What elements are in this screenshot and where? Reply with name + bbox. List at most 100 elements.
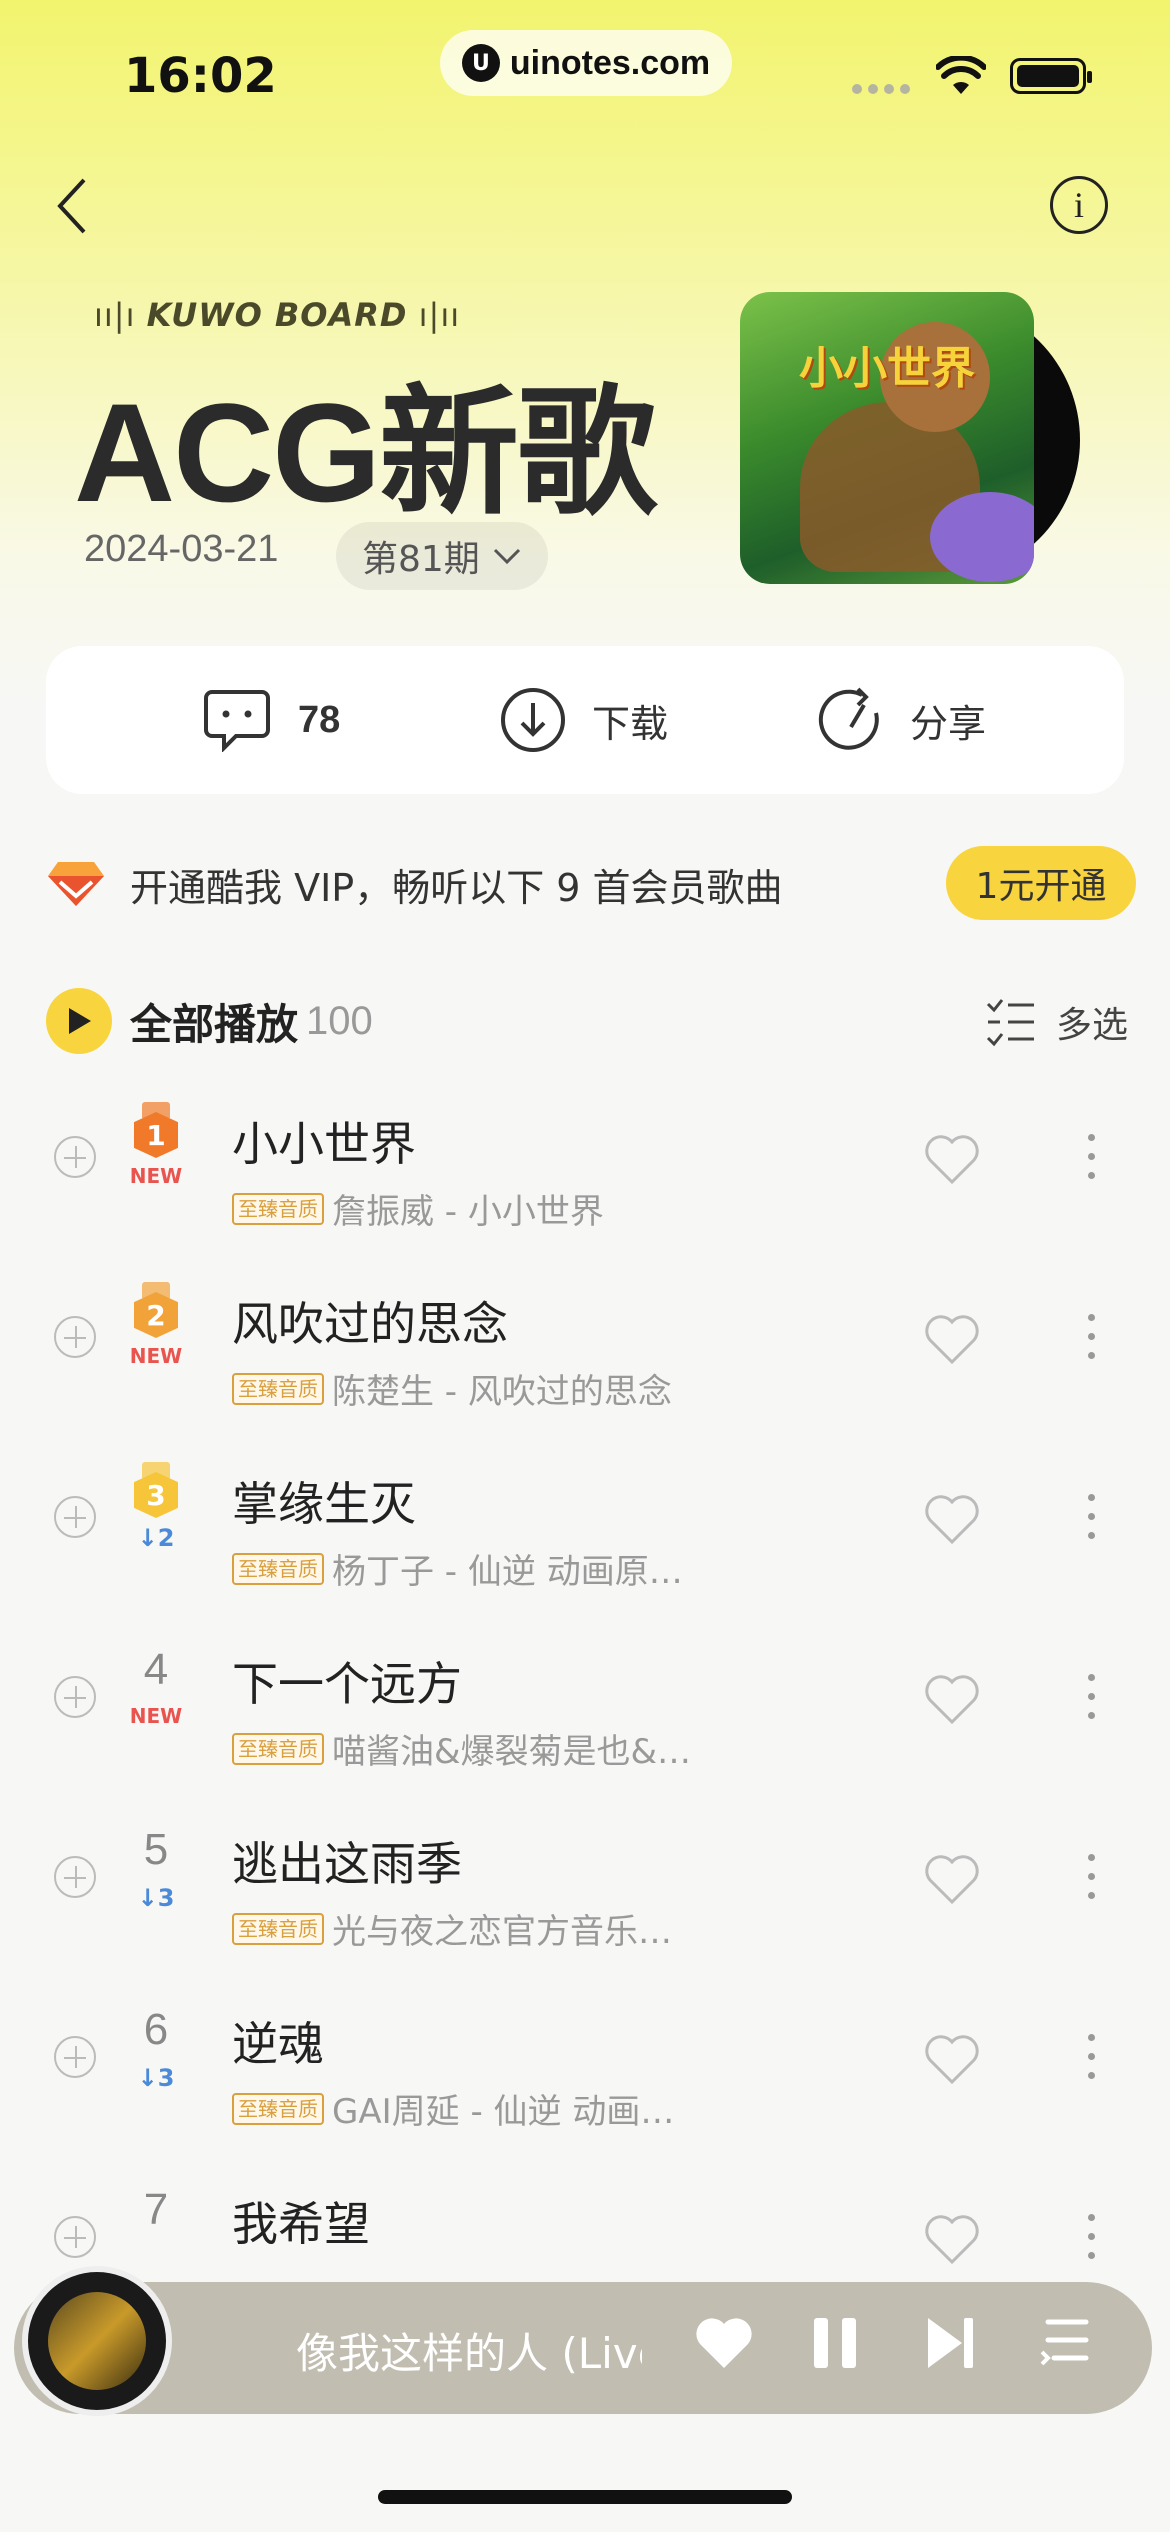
url-pill[interactable]: U uinotes.com [440, 30, 732, 96]
add-to-playlist-icon[interactable] [54, 1316, 96, 1358]
more-options-icon[interactable] [1088, 1854, 1096, 1911]
now-playing-title[interactable]: 像我这样的人 (Live [296, 2320, 642, 2381]
song-title: 逃出这雨季 [232, 1837, 462, 1891]
song-title: 风吹过的思念 [232, 1297, 508, 1351]
uinotes-logo-icon: U [461, 44, 500, 82]
rank: 4 NEW [118, 1642, 194, 1728]
favorite-heart-icon[interactable] [924, 1494, 980, 1546]
vip-activate-button[interactable]: 1元开通 [946, 846, 1136, 920]
song-subtitle: 至臻音质 光与夜之恋官方音乐… [232, 1904, 672, 1953]
diamond-icon [48, 862, 104, 906]
action-bar: 78 下载 分享 [46, 646, 1124, 794]
more-options-icon[interactable] [1088, 1494, 1096, 1551]
rank-change-tag: ↓3 [137, 1884, 175, 1912]
more-options-icon[interactable] [1088, 1674, 1096, 1731]
add-to-playlist-icon[interactable] [54, 2036, 96, 2078]
add-to-playlist-icon[interactable] [54, 1856, 96, 1898]
rank-number: 3 [134, 1472, 178, 1518]
rank: 7 [118, 2182, 194, 2244]
song-title: 下一个远方 [232, 1657, 462, 1711]
artist-album: 光与夜之恋官方音乐… [332, 1912, 672, 1952]
next-track-icon[interactable] [924, 2316, 978, 2370]
add-to-playlist-icon[interactable] [54, 1136, 96, 1178]
now-playing-cover[interactable] [22, 2266, 172, 2416]
checklist-icon [986, 999, 1034, 1047]
rank-change-tag: NEW [129, 1344, 183, 1368]
multi-select-button[interactable]: 多选 [982, 996, 1128, 1048]
rank-medal-icon: 1 [134, 1102, 178, 1158]
song-row[interactable]: 1 NEW 小小世界至臻音质 詹振威 - 小小世界 [0, 1088, 1170, 1268]
board-label-text: KUWO BOARD [146, 296, 408, 334]
artist-album: 杨丁子 - 仙逆 动画原… [332, 1552, 683, 1592]
song-row[interactable]: 3 ↓2 掌缘生灭 至臻音质 杨丁子 - 仙逆 动画原… [0, 1448, 1170, 1628]
add-to-playlist-icon[interactable] [54, 1676, 96, 1718]
add-to-playlist-icon[interactable] [54, 1496, 96, 1538]
comment-icon [204, 690, 270, 752]
quality-badge: 至臻音质 [232, 1372, 324, 1405]
cellular-signal-icon [852, 84, 910, 94]
period-selector[interactable]: 第81期 [336, 522, 548, 590]
quality-badge: 至臻音质 [232, 1552, 324, 1585]
song-title: 逆魂 [232, 2017, 324, 2071]
cover-title: 小小世界 [799, 343, 975, 394]
rank-change-tag: ↓3 [137, 2064, 175, 2092]
play-all-button[interactable]: 全部播放 100 [46, 988, 373, 1054]
song-title: 小小世界 [232, 1117, 416, 1171]
back-icon[interactable] [54, 176, 90, 236]
song-subtitle: 至臻音质 喵酱油&爆裂菊是也&… [232, 1724, 691, 1773]
wifi-icon [936, 56, 986, 94]
comment-button[interactable]: 78 [202, 646, 340, 794]
favorite-heart-icon[interactable] [924, 1674, 980, 1726]
song-subtitle: 至臻音质 GAI周延 - 仙逆 动画… [232, 2084, 674, 2133]
download-label: 下载 [592, 701, 669, 746]
song-subtitle: 至臻音质 詹振威 - 小小世界 [232, 1184, 604, 1233]
add-to-playlist-icon[interactable] [54, 2216, 96, 2258]
song-row[interactable]: 6 ↓3 逆魂 至臻音质 GAI周延 - 仙逆 动画… [0, 1988, 1170, 2168]
more-options-icon[interactable] [1088, 1314, 1096, 1371]
vip-text: 开通酷我 VIP，畅听以下 9 首会员歌曲 [130, 865, 783, 910]
rank-number: 7 [143, 2185, 169, 2234]
song-subtitle: 至臻音质 陈楚生 - 风吹过的思念 [232, 1364, 672, 1413]
artist-album: 喵酱油&爆裂菊是也&… [332, 1732, 692, 1772]
more-options-icon[interactable] [1088, 2214, 1096, 2271]
comment-count: 78 [298, 698, 341, 741]
download-button[interactable]: 下载 [500, 646, 668, 794]
favorite-heart-icon[interactable] [924, 1854, 980, 1906]
info-icon[interactable]: i [1050, 176, 1108, 234]
more-options-icon[interactable] [1088, 2034, 1096, 2091]
quality-badge: 至臻音质 [232, 1732, 324, 1765]
song-row[interactable]: 2 NEW 风吹过的思念至臻音质 陈楚生 - 风吹过的思念 [0, 1268, 1170, 1448]
playlist-icon[interactable] [1040, 2316, 1090, 2366]
battery-icon [1010, 58, 1092, 94]
rank-change-tag: NEW [129, 1164, 183, 1188]
favorite-heart-icon[interactable] [924, 1134, 980, 1186]
rank-medal-icon: 3 [134, 1462, 178, 1518]
cover-art[interactable]: 小小世界 [740, 292, 1034, 584]
share-button[interactable]: 分享 [818, 646, 986, 794]
song-subtitle: 至臻音质 杨丁子 - 仙逆 动画原… [232, 1544, 683, 1593]
favorite-heart-icon[interactable] [924, 1314, 980, 1366]
url-text: uinotes.com [509, 43, 711, 82]
rank: 6 ↓3 [118, 2002, 194, 2092]
song-count: 100 [306, 998, 373, 1043]
quality-badge: 至臻音质 [232, 2092, 324, 2125]
share-label: 分享 [910, 701, 987, 746]
period-label: 第81期 [362, 539, 480, 580]
home-indicator [378, 2490, 792, 2504]
song-row[interactable]: 4 NEW 下一个远方至臻音质 喵酱油&爆裂菊是也&… [0, 1628, 1170, 1808]
rank-number: 6 [143, 2005, 169, 2054]
favorite-heart-icon[interactable] [924, 2034, 980, 2086]
chart-date: 2024-03-21 [84, 528, 279, 570]
favorite-heart-icon[interactable] [924, 2214, 980, 2266]
download-icon [501, 688, 565, 752]
rank-number: 1 [134, 1112, 178, 1158]
more-options-icon[interactable] [1088, 1134, 1096, 1191]
rank-number: 2 [134, 1292, 178, 1338]
artist-album: 詹振威 - 小小世界 [332, 1192, 604, 1232]
artist-album: GAI周延 - 仙逆 动画… [332, 2092, 675, 2132]
song-row[interactable]: 5 ↓3 逃出这雨季 至臻音质 光与夜之恋官方音乐… [0, 1808, 1170, 1988]
like-heart-icon[interactable] [694, 2316, 754, 2370]
song-title: 我希望 [232, 2197, 370, 2251]
artist-album: 陈楚生 - 风吹过的思念 [332, 1372, 672, 1412]
pause-icon[interactable] [810, 2316, 862, 2370]
